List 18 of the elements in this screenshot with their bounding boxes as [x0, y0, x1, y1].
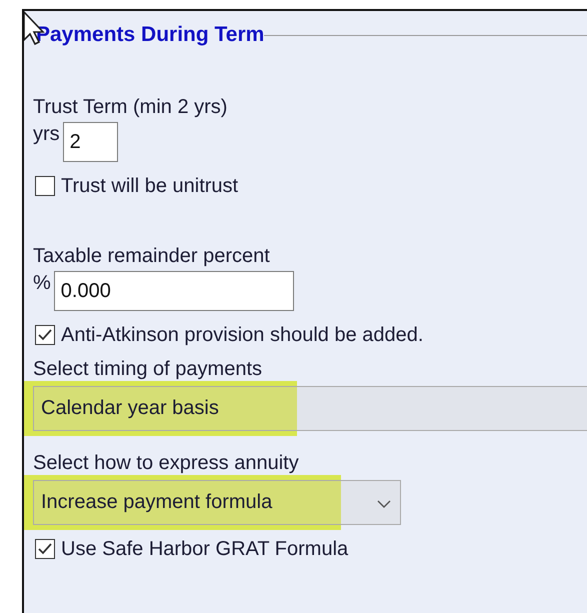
field-label: Select timing of payments: [33, 357, 263, 381]
input-field[interactable]: 2: [62, 122, 118, 162]
dropdown[interactable]: Calendar year basis: [33, 386, 587, 431]
checkbox[interactable]: [35, 325, 55, 345]
group-title: Payments During Term: [36, 23, 264, 47]
field-label: Select how to express annuity: [33, 451, 300, 475]
unit-label: %: [33, 271, 51, 295]
field-label: Trust Term (min 2 yrs): [33, 95, 228, 119]
checkbox-label: Trust will be unitrust: [61, 174, 238, 198]
field-label: Taxable remainder percent: [33, 244, 271, 268]
chevron-down-icon: [376, 499, 392, 509]
dropdown[interactable]: Increase payment formula: [33, 480, 401, 525]
checkbox[interactable]: [35, 176, 55, 196]
unit-label: yrs: [33, 122, 60, 146]
input-field[interactable]: 0.000: [54, 271, 294, 311]
checkbox-label: Anti-Atkinson provision should be added.: [61, 323, 424, 347]
checkbox[interactable]: [35, 539, 55, 559]
checkbox-label: Use Safe Harbor GRAT Formula: [61, 537, 348, 561]
